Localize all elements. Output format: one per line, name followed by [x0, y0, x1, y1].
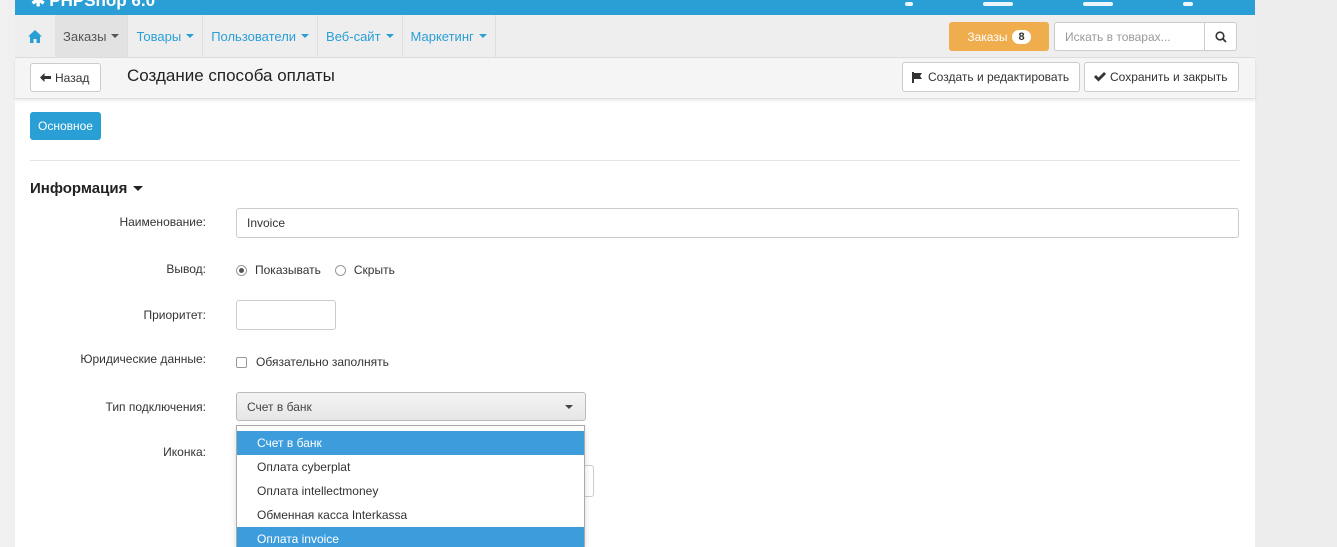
nav-item-orders[interactable]: Заказы [55, 15, 129, 57]
arrow-left-icon [40, 73, 51, 82]
chevron-down-icon [301, 34, 310, 38]
chevron-down-icon [385, 34, 394, 38]
home-icon [28, 29, 42, 43]
create-edit-button[interactable]: Создать и редактировать [902, 62, 1080, 92]
search-box [1054, 22, 1243, 51]
orders-count-badge: 8 [1012, 29, 1031, 44]
dropdown-option[interactable]: Обменная касса Interkassa [237, 503, 584, 527]
brand-logo[interactable]: ✱ PHPShop 6.0 [31, 0, 155, 11]
radio-show[interactable] [236, 264, 247, 276]
back-button[interactable]: Назад [30, 63, 101, 92]
dropdown-option[interactable]: Оплата intellectmoney [237, 479, 584, 503]
priority-label: Приоритет: [143, 308, 206, 322]
chevron-down-icon [565, 405, 573, 409]
connection-label: Тип подключения: [105, 400, 206, 414]
search-input[interactable] [1054, 22, 1204, 51]
legal-checkbox-label: Обязательно заполнять [256, 355, 389, 369]
legal-checkbox-row: Обязательно заполнять [236, 355, 389, 369]
main-navbar: Заказы Товары Пользователи Веб-сайт Марк… [15, 15, 1255, 58]
app-window: ✱ PHPShop 6.0 Заказы Товары Пользователи … [15, 0, 1255, 547]
page-side-background [1255, 0, 1337, 547]
radio-hide[interactable] [334, 264, 346, 276]
chevron-down-icon [478, 34, 487, 38]
radio-hide-label: Скрыть [353, 263, 395, 277]
output-label: Вывод: [166, 262, 206, 276]
nav-item-website[interactable]: Веб-сайт [318, 15, 403, 57]
connection-selected-value: Счет в банк [247, 399, 312, 414]
top-header-bar: ✱ PHPShop 6.0 [15, 0, 1255, 15]
nav-item-products[interactable]: Товары [128, 15, 204, 57]
name-label: Наименование: [119, 215, 206, 229]
action-bar: Назад Создание способа оплаты Создать и … [15, 58, 1255, 99]
brand-title: PHPShop 6.0 [49, 0, 156, 10]
priority-input[interactable] [236, 300, 336, 330]
radio-show-label: Показывать [255, 263, 321, 277]
search-icon [1214, 30, 1227, 43]
nav-item-marketing[interactable]: Маркетинг [403, 15, 496, 57]
header-user-menu [835, 0, 1195, 6]
output-radio-group: Показывать Скрыть [236, 263, 395, 277]
search-button[interactable] [1204, 22, 1237, 51]
connection-dropdown-list: Счет в банк Оплата cyberplat Оплата inte… [236, 425, 585, 547]
dropdown-option[interactable]: Счет в банк [237, 431, 584, 455]
gear-icon: ✱ [31, 0, 46, 10]
chevron-down-icon [111, 34, 120, 38]
dropdown-option[interactable]: Оплата cyberplat [237, 455, 584, 479]
chevron-down-icon [133, 186, 144, 191]
section-title-info[interactable]: Информация [30, 180, 144, 197]
icon-field-edge [585, 465, 594, 497]
home-button[interactable] [15, 15, 55, 57]
divider [30, 160, 1240, 161]
name-input[interactable]: Invoice [236, 208, 1239, 238]
nav-menu: Заказы Товары Пользователи Веб-сайт Марк… [55, 15, 496, 57]
legal-label: Юридические данные: [80, 352, 206, 366]
icon-label: Иконка: [163, 445, 206, 459]
radio-selected-dot [239, 267, 244, 273]
page-title: Создание способа оплаты [127, 66, 335, 85]
dropdown-option[interactable]: Оплата invoice [237, 527, 584, 547]
chevron-down-icon [186, 34, 195, 38]
edit-flag-icon [912, 71, 922, 83]
check-icon [1094, 72, 1106, 82]
orders-button[interactable]: Заказы 8 [949, 22, 1049, 51]
save-close-button[interactable]: Сохранить и закрыть [1084, 62, 1239, 92]
tab-main[interactable]: Основное [30, 112, 101, 140]
nav-item-users[interactable]: Пользователи [203, 15, 319, 57]
legal-checkbox[interactable] [236, 356, 247, 368]
connection-select[interactable]: Счет в банк [236, 392, 586, 421]
